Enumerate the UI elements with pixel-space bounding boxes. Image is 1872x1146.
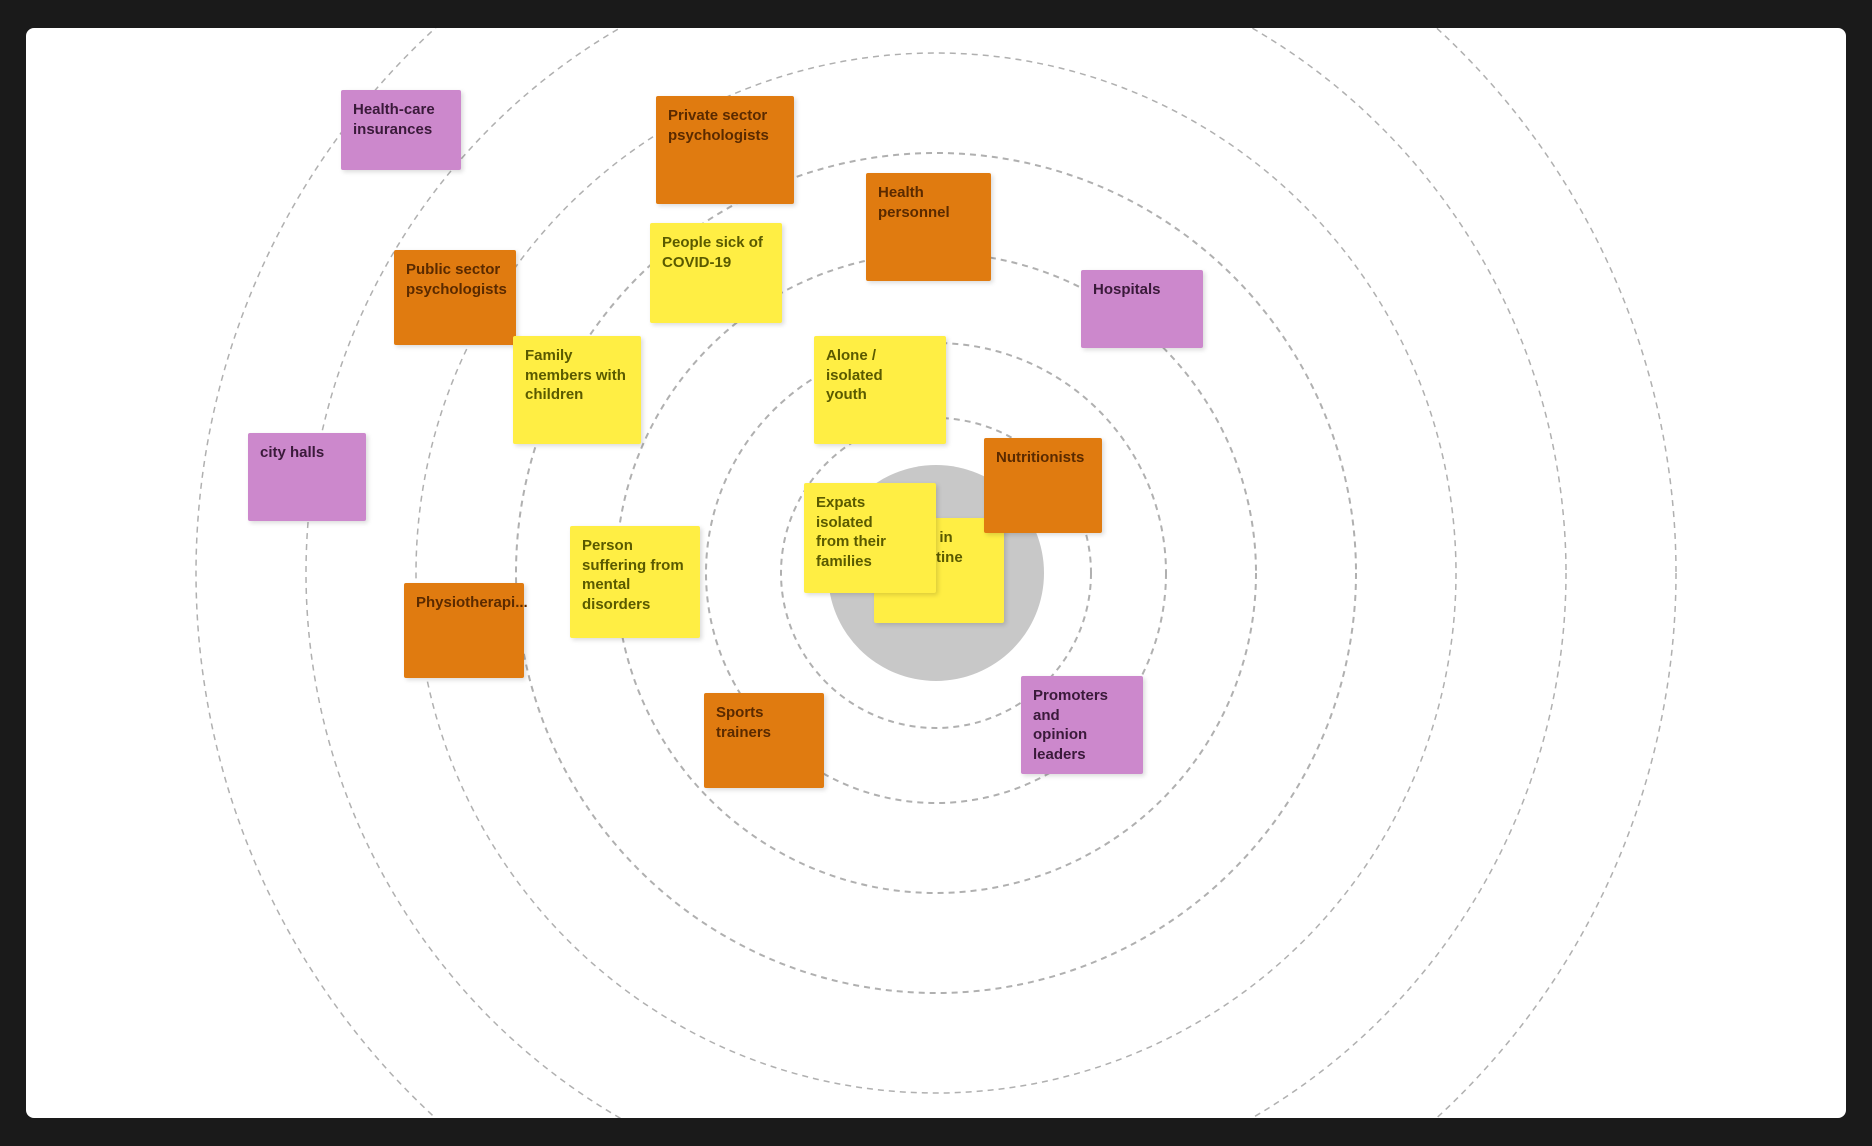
note-health-care-insurances[interactable]: Health-careinsurances <box>341 90 461 170</box>
note-health-personnel[interactable]: Healthpersonnel <box>866 173 991 281</box>
note-hospitals[interactable]: Hospitals <box>1081 270 1203 348</box>
note-nutritionists[interactable]: Nutritionists <box>984 438 1102 533</box>
note-private-sector-psychologists[interactable]: Private sectorpsychologists <box>656 96 794 204</box>
note-public-sector-psychologists[interactable]: Public sectorpsychologists <box>394 250 516 345</box>
note-family-members[interactable]: Familymembers withchildren <box>513 336 641 444</box>
note-sports-trainers[interactable]: Sports trainers <box>704 693 824 788</box>
note-alone-isolated-youth[interactable]: Alone / isolatedyouth <box>814 336 946 444</box>
note-people-sick-covid[interactable]: People sick ofCOVID-19 <box>650 223 782 323</box>
note-expats-isolated[interactable]: Expats isolatedfrom theirfamilies <box>804 483 936 593</box>
note-promoters-opinion-leaders[interactable]: Promoters andopinion leaders <box>1021 676 1143 774</box>
note-physiotherapists[interactable]: Physiotherapi... <box>404 583 524 678</box>
note-person-suffering[interactable]: Personsuffering frommentaldisorders <box>570 526 700 638</box>
main-canvas: People in quarantine Private sectorpsych… <box>26 28 1846 1118</box>
note-city-halls[interactable]: city halls <box>248 433 366 521</box>
